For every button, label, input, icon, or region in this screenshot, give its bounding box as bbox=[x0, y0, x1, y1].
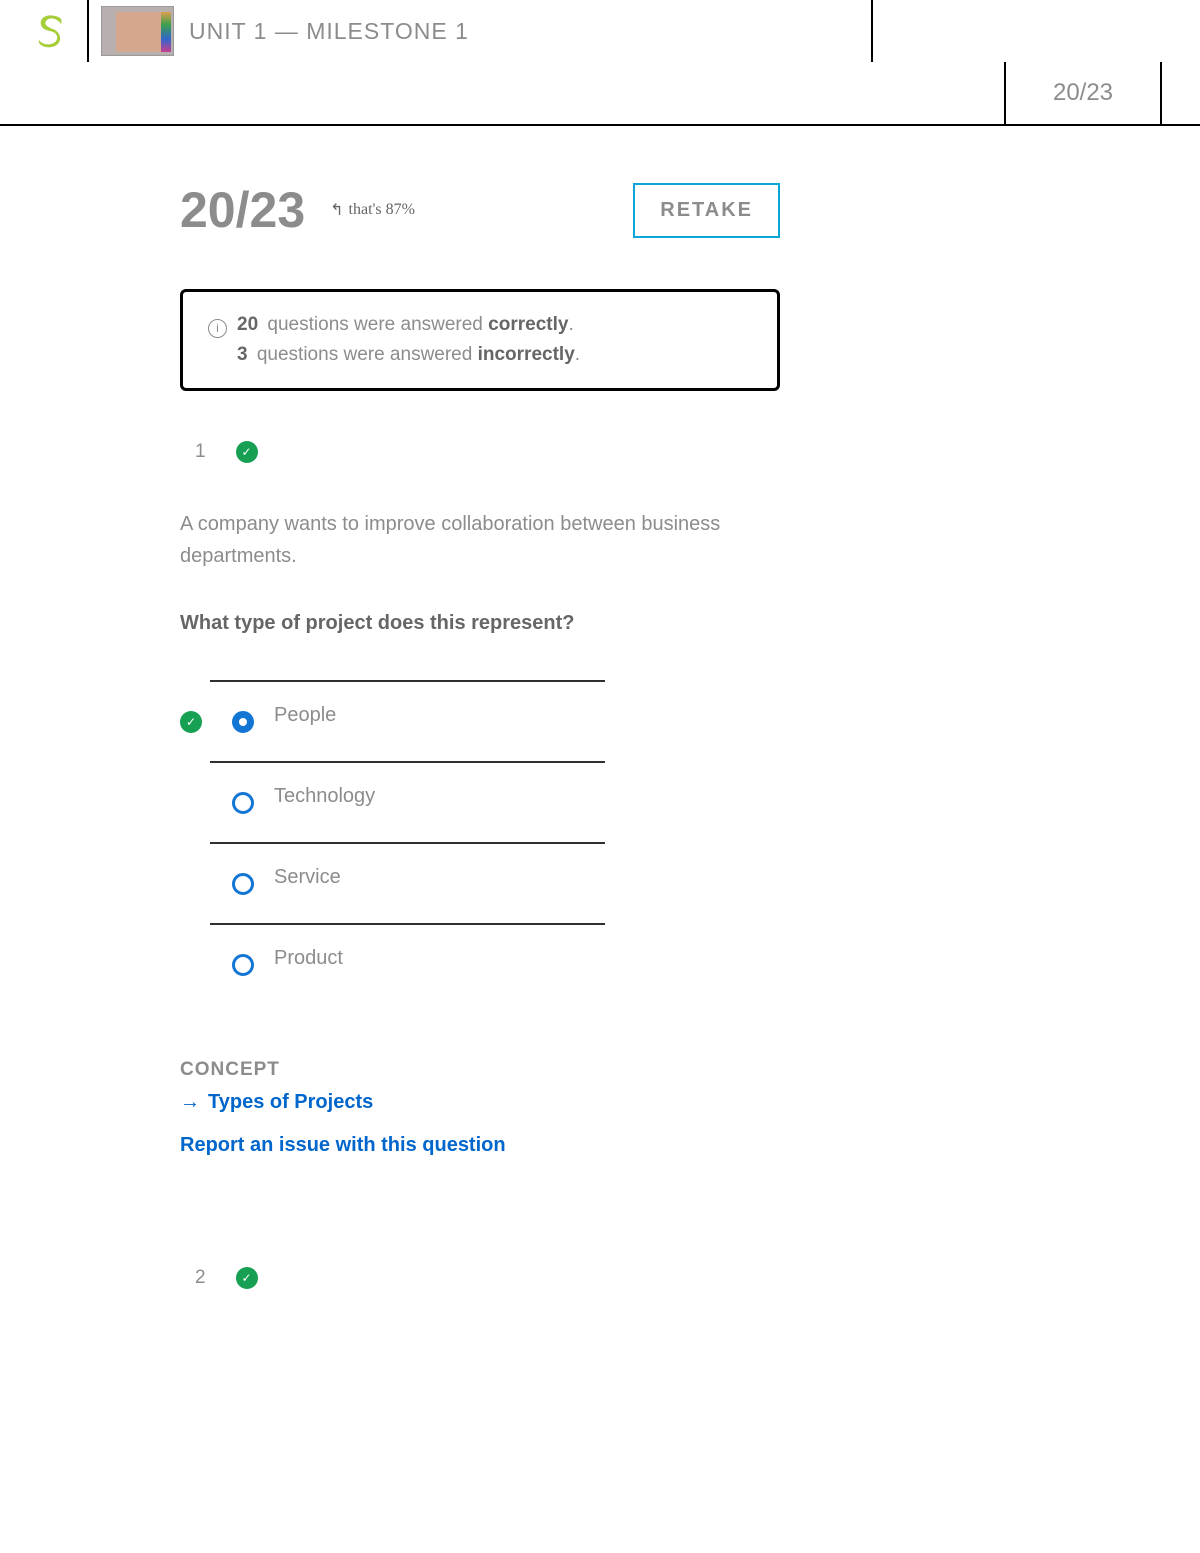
summary-correct: i 20 questions were answered correctly. bbox=[208, 314, 752, 336]
question-2-header: 2 ✓ bbox=[195, 1267, 780, 1289]
radio-icon bbox=[232, 873, 254, 895]
score-row: 20/23 ↰ that's 87% RETAKE bbox=[180, 181, 780, 239]
info-icon: i bbox=[208, 319, 227, 338]
score-compact: 20/23 bbox=[1004, 62, 1162, 124]
radio-icon bbox=[232, 792, 254, 814]
option-label: Technology bbox=[274, 785, 375, 808]
summary-incorrect: 3 questions were answered incorrectly. bbox=[208, 344, 752, 366]
radio-selected-icon bbox=[232, 711, 254, 733]
option-service[interactable]: Service bbox=[180, 844, 780, 923]
score-display: 20/23 bbox=[180, 181, 305, 239]
question-1-header: 1 ✓ bbox=[195, 441, 780, 463]
option-label: Product bbox=[274, 947, 343, 970]
question-number: 1 bbox=[195, 441, 206, 463]
concept-link[interactable]: → Types of Projects bbox=[180, 1091, 780, 1114]
option-product[interactable]: Product bbox=[180, 925, 780, 1004]
check-icon: ✓ bbox=[236, 1267, 258, 1289]
check-icon: ✓ bbox=[180, 711, 202, 733]
top-bar: UNIT 1 — MILESTONE 1 bbox=[0, 0, 873, 62]
score-bar: 20/23 bbox=[0, 62, 1200, 126]
retake-button[interactable]: RETAKE bbox=[633, 183, 780, 238]
main-content: 20/23 ↰ that's 87% RETAKE i 20 questions… bbox=[180, 181, 780, 1289]
concept-label: CONCEPT bbox=[180, 1059, 780, 1081]
unit-title: UNIT 1 — MILESTONE 1 bbox=[189, 18, 469, 45]
option-technology[interactable]: Technology bbox=[180, 763, 780, 842]
question-number: 2 bbox=[195, 1267, 206, 1289]
arrow-left-icon: ↰ bbox=[330, 200, 343, 220]
course-thumbnail bbox=[101, 6, 174, 56]
arrow-right-icon: → bbox=[180, 1091, 200, 1114]
report-issue-link[interactable]: Report an issue with this question bbox=[180, 1134, 780, 1157]
check-icon: ✓ bbox=[236, 441, 258, 463]
summary-box: i 20 questions were answered correctly. … bbox=[180, 289, 780, 391]
radio-icon bbox=[232, 954, 254, 976]
option-label: People bbox=[274, 704, 336, 727]
divider bbox=[87, 0, 89, 62]
option-people[interactable]: ✓ People bbox=[180, 682, 780, 761]
question-1-text: A company wants to improve collaboration… bbox=[180, 508, 780, 572]
brand-logo bbox=[35, 14, 65, 48]
percent-note: ↰ that's 87% bbox=[330, 200, 415, 220]
option-label: Service bbox=[274, 866, 341, 889]
question-1-prompt: What type of project does this represent… bbox=[180, 612, 780, 635]
